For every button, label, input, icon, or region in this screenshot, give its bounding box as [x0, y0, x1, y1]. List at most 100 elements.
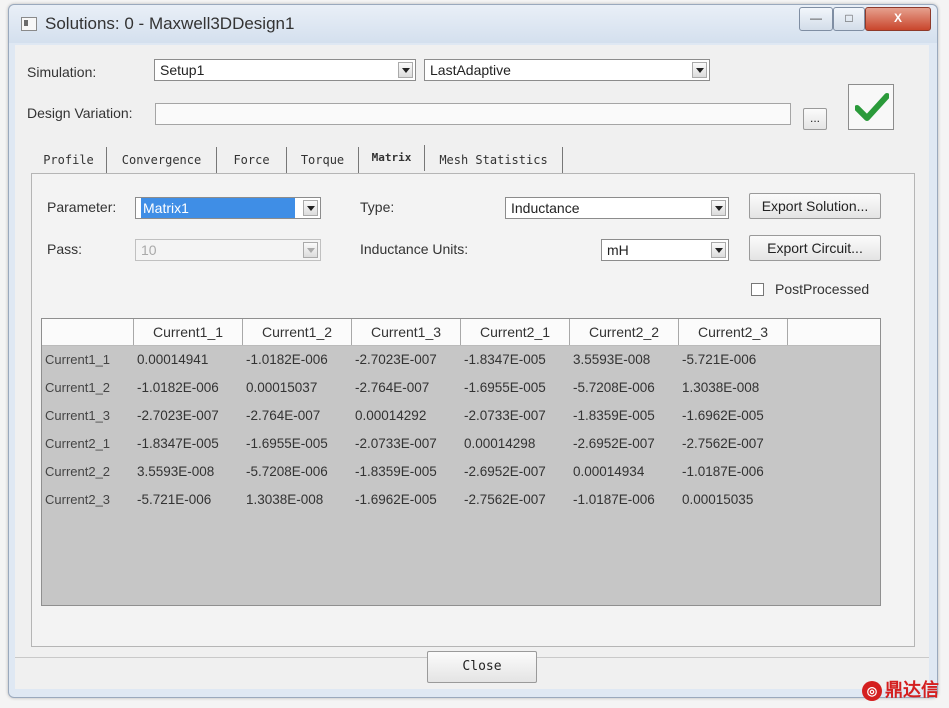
checkmark-icon: [855, 93, 889, 121]
table-cell[interactable]: -1.8359E-005: [570, 402, 655, 429]
row-header: Current1_3: [45, 408, 111, 423]
type-value: Inductance: [511, 200, 580, 216]
simulation-label: Simulation:: [27, 64, 97, 80]
table-cell[interactable]: 0.00014934: [570, 458, 644, 485]
solutions-window: Solutions: 0 - Maxwell3DDesign1 — □ X Si…: [8, 4, 938, 698]
table-cell[interactable]: -2.7023E-007: [134, 402, 219, 429]
chevron-down-icon[interactable]: [711, 242, 726, 258]
export-solution-button[interactable]: Export Solution...: [749, 193, 881, 219]
table-cell[interactable]: -2.6952E-007: [461, 458, 546, 485]
table-cell[interactable]: -1.8347E-005: [461, 346, 546, 373]
table-cell[interactable]: -2.7562E-007: [679, 430, 764, 457]
postprocessed-label: PostProcessed: [775, 281, 870, 297]
export-circuit-button[interactable]: Export Circuit...: [749, 235, 881, 261]
column-header[interactable]: Current2_3: [679, 319, 788, 345]
tab-mesh-statistics[interactable]: Mesh Statistics: [425, 147, 563, 173]
table-cell[interactable]: -2.6952E-007: [570, 430, 655, 457]
row-header: Current1_2: [45, 380, 111, 395]
table-cell[interactable]: -1.0187E-006: [570, 486, 655, 513]
table-cell[interactable]: -5.7208E-006: [570, 374, 655, 401]
chevron-down-icon[interactable]: [711, 200, 726, 216]
table-cell[interactable]: -2.764E-007: [243, 402, 320, 429]
table-cell[interactable]: -1.0182E-006: [243, 346, 328, 373]
table-cell[interactable]: 0.00014941: [134, 346, 208, 373]
app-icon: [21, 17, 37, 31]
table-cell[interactable]: -1.8347E-005: [134, 430, 219, 457]
table-cell[interactable]: -2.764E-007: [352, 374, 429, 401]
solution-value: LastAdaptive: [430, 62, 511, 78]
table-cell[interactable]: 3.5593E-008: [134, 458, 214, 485]
close-button[interactable]: Close: [427, 651, 537, 683]
table-cell[interactable]: -1.6962E-005: [352, 486, 437, 513]
setup-value: Setup1: [160, 62, 205, 78]
column-header[interactable]: Current2_1: [461, 319, 570, 345]
table-cell[interactable]: -1.6955E-005: [243, 430, 328, 457]
parameter-value: Matrix1: [141, 198, 295, 218]
column-header[interactable]: Current1_1: [134, 319, 243, 345]
inductance-matrix-table: Current1_1 Current1_2 Current1_3 Current…: [41, 318, 881, 606]
apply-button[interactable]: [848, 84, 894, 130]
table-cell[interactable]: -5.721E-006: [679, 346, 756, 373]
design-variation-label: Design Variation:: [27, 105, 133, 121]
pass-label: Pass:: [47, 241, 83, 257]
minimize-button[interactable]: —: [799, 7, 833, 31]
table-cell[interactable]: 0.00015035: [679, 486, 753, 513]
type-label: Type:: [360, 199, 395, 215]
browse-variation-button[interactable]: ...: [803, 108, 827, 130]
chevron-down-icon[interactable]: [303, 200, 318, 216]
table-cell[interactable]: -5.721E-006: [134, 486, 211, 513]
type-dropdown[interactable]: Inductance: [505, 197, 729, 219]
row-header: Current2_1: [45, 436, 111, 451]
table-cell[interactable]: -1.0187E-006: [679, 458, 764, 485]
units-value: mH: [607, 242, 629, 258]
row-header: Current1_1: [45, 352, 111, 367]
corner-header-cell: [42, 319, 134, 345]
tab-profile[interactable]: Profile: [31, 147, 107, 173]
table-cell[interactable]: -2.7562E-007: [461, 486, 546, 513]
chevron-down-icon[interactable]: [398, 62, 413, 78]
solution-dropdown[interactable]: LastAdaptive: [424, 59, 710, 81]
table-cell[interactable]: -1.8359E-005: [352, 458, 437, 485]
units-dropdown[interactable]: mH: [601, 239, 729, 261]
parameter-dropdown[interactable]: Matrix1: [135, 197, 321, 219]
table-cell[interactable]: 3.5593E-008: [570, 346, 650, 373]
inductance-units-label: Inductance Units:: [360, 241, 469, 257]
table-cell[interactable]: -1.6962E-005: [679, 402, 764, 429]
table-cell[interactable]: -2.0733E-007: [461, 402, 546, 429]
chevron-down-icon[interactable]: [692, 62, 707, 78]
column-header[interactable]: Current2_2: [570, 319, 679, 345]
watermark: ◎ 鼎达信: [862, 676, 939, 702]
table-cell[interactable]: 0.00014298: [461, 430, 535, 457]
table-cell[interactable]: 0.00014292: [352, 402, 426, 429]
table-cell[interactable]: -1.0182E-006: [134, 374, 219, 401]
pass-dropdown[interactable]: 10: [135, 239, 321, 261]
watermark-logo-icon: ◎: [862, 681, 882, 702]
table-cell[interactable]: 1.3038E-008: [679, 374, 759, 401]
dialog-body: Simulation: Setup1 LastAdaptive Design V…: [15, 45, 929, 689]
watermark-text: 鼎达信: [885, 680, 939, 700]
maximize-button[interactable]: □: [833, 7, 865, 31]
column-header[interactable]: Current1_3: [352, 319, 461, 345]
table-cell[interactable]: -2.0733E-007: [352, 430, 437, 457]
table-cell[interactable]: -1.6955E-005: [461, 374, 546, 401]
chevron-down-icon[interactable]: [303, 242, 318, 258]
close-window-button[interactable]: X: [865, 7, 931, 31]
postprocessed-checkbox[interactable]: [751, 283, 764, 296]
table-cell[interactable]: 1.3038E-008: [243, 486, 323, 513]
design-variation-field[interactable]: [155, 103, 791, 125]
table-header: Current1_1 Current1_2 Current1_3 Current…: [42, 319, 880, 346]
column-header[interactable]: Current1_2: [243, 319, 352, 345]
pass-value: 10: [141, 242, 157, 258]
tab-torque[interactable]: Torque: [287, 147, 359, 173]
setup-dropdown[interactable]: Setup1: [154, 59, 416, 81]
row-header: Current2_3: [45, 492, 111, 507]
tab-matrix[interactable]: Matrix: [359, 145, 425, 171]
tab-force[interactable]: Force: [217, 147, 287, 173]
tab-convergence[interactable]: Convergence: [107, 147, 217, 173]
table-cell[interactable]: -5.7208E-006: [243, 458, 328, 485]
table-cell[interactable]: 0.00015037: [243, 374, 317, 401]
table-cell[interactable]: -2.7023E-007: [352, 346, 437, 373]
title-bar[interactable]: Solutions: 0 - Maxwell3DDesign1 — □ X: [9, 5, 937, 43]
window-title: Solutions: 0 - Maxwell3DDesign1: [45, 14, 295, 33]
row-header: Current2_2: [45, 464, 111, 479]
